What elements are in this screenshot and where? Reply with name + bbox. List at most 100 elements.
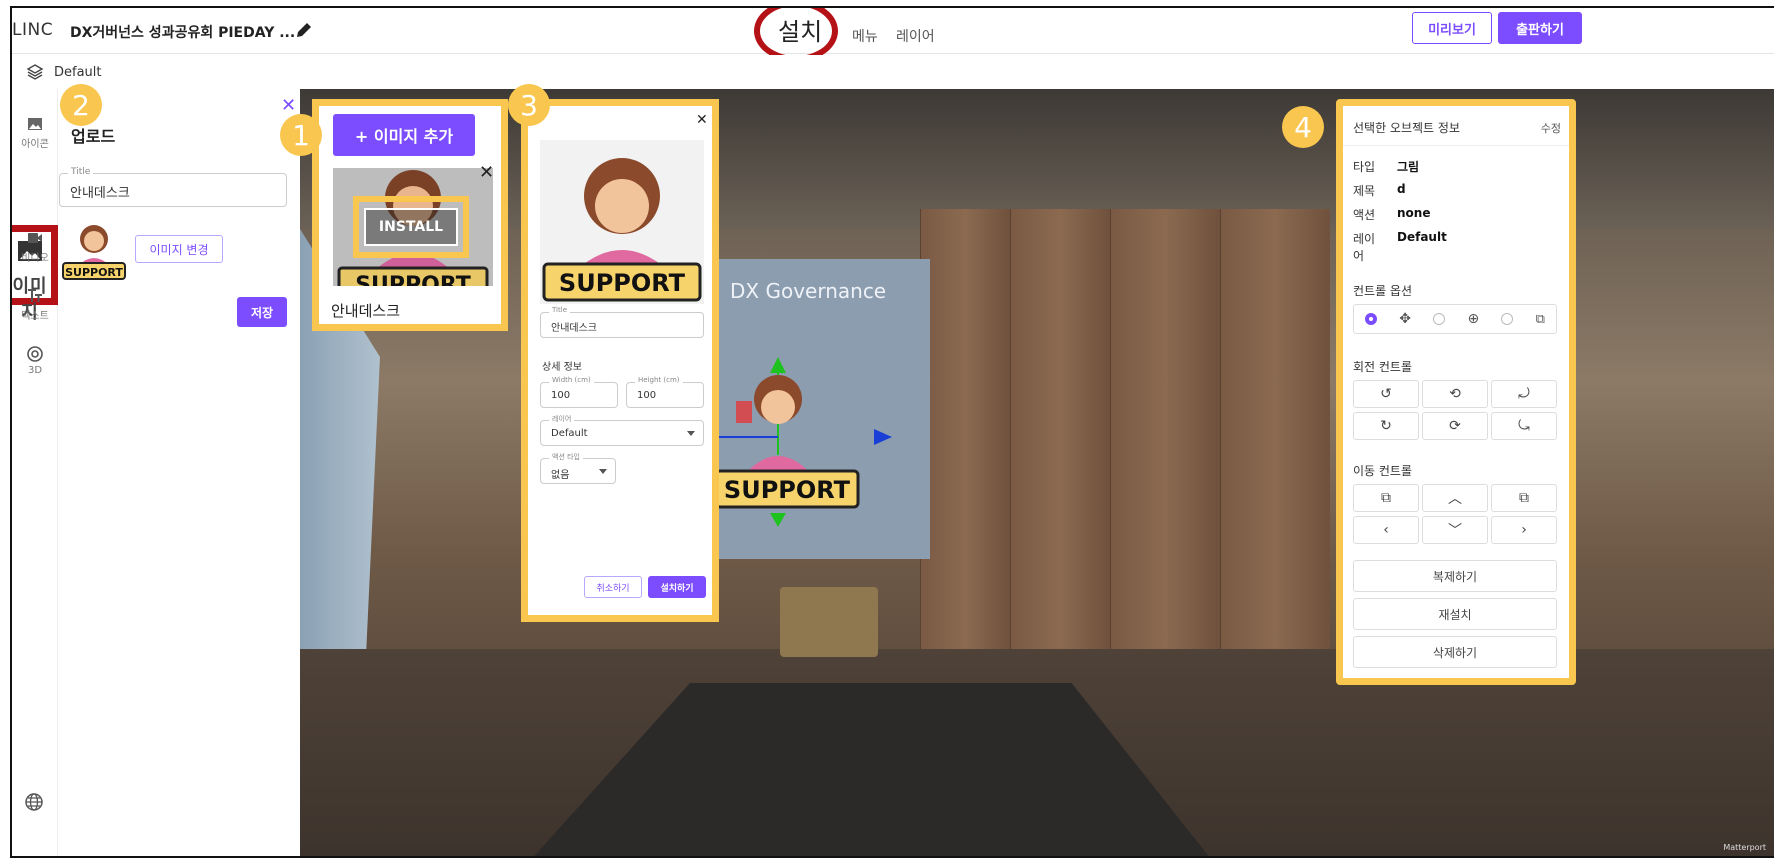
step-badge-1: 1: [280, 114, 322, 156]
title-field[interactable]: Title 안내데스크: [540, 306, 704, 338]
layer-select[interactable]: 레이어 Default: [540, 414, 704, 446]
layer-select-value: Default: [551, 428, 588, 439]
change-image-button[interactable]: 이미지 변경: [135, 235, 223, 263]
support-thumb-label: SUPPORT: [355, 273, 471, 286]
rotate-y-minus-button[interactable]: ⟳: [1422, 412, 1488, 440]
height-field-value: 100: [637, 390, 657, 401]
field-value: Default: [1397, 230, 1447, 244]
title-field-value: 안내데스크: [70, 186, 130, 201]
radio-scale[interactable]: [1501, 313, 1514, 325]
app-logo: LINC: [12, 20, 54, 40]
field-value: d: [1397, 182, 1406, 196]
rotate-x-plus-button[interactable]: ↺: [1353, 380, 1419, 408]
rotate-icon: ⊕: [1467, 311, 1480, 327]
publish-button[interactable]: 출판하기: [1498, 12, 1582, 44]
field-key: 타입: [1353, 160, 1376, 174]
rail-item-text[interactable]: 텍스트: [12, 287, 58, 322]
rail-item-video[interactable]: 비디오: [12, 229, 58, 264]
upload-panel: 업로드 ✕ Title 안내데스크 SUPPORT 이미지 변경 저장: [59, 89, 299, 856]
edit-pencil-icon[interactable]: [294, 20, 314, 40]
field-key: 제목: [1353, 184, 1376, 198]
cancel-button[interactable]: 취소하기: [584, 576, 642, 598]
chevron-down-icon: [687, 431, 695, 436]
object-info-header: 선택한 오브젝트 정보 수정: [1343, 106, 1569, 146]
height-field-label: Height (cm): [635, 376, 683, 384]
title-field[interactable]: Title 안내데스크: [59, 167, 287, 207]
tab-layer[interactable]: 레이어: [896, 26, 935, 46]
remove-image-icon[interactable]: ✕: [479, 162, 494, 183]
chevron-right-icon: ›: [1521, 522, 1527, 538]
action-type-select[interactable]: 액션 타입 없음: [540, 452, 616, 484]
scene-chair: [780, 587, 878, 657]
duplicate-button[interactable]: 복제하기: [1353, 560, 1557, 592]
step-badge-3: 3: [508, 84, 550, 126]
layer-bar: Default: [12, 55, 1774, 89]
install-button[interactable]: INSTALL: [364, 208, 458, 246]
details-heading: 상세 정보: [542, 362, 582, 373]
title-field-value: 안내데스크: [551, 323, 597, 334]
object-info-title: 선택한 오브젝트 정보: [1353, 121, 1460, 135]
height-field[interactable]: Height (cm) 100: [626, 376, 704, 408]
tab-menu[interactable]: 메뉴: [852, 26, 878, 46]
close-icon[interactable]: ✕: [696, 112, 708, 128]
image-detail-modal: ✕ SUPPORT Title 안내데스크 상세 정보 Width (cm) 1…: [521, 99, 719, 622]
chevron-down-icon: ﹀: [1448, 523, 1462, 539]
globe-icon[interactable]: [24, 792, 44, 812]
project-title: DX거버넌스 성과공유회 PIEDAY ...: [70, 25, 296, 41]
field-key: 레이어: [1353, 232, 1376, 263]
preview-button[interactable]: 미리보기: [1412, 12, 1492, 44]
text-icon: [28, 289, 42, 302]
move-right-button[interactable]: ›: [1491, 516, 1557, 544]
wall-panel: [920, 209, 1010, 669]
rail-item-label: 3D: [27, 365, 43, 376]
radio-rotate[interactable]: [1433, 313, 1446, 325]
title-field-label: Title: [549, 306, 571, 314]
close-icon[interactable]: ✕: [281, 95, 296, 116]
current-layer-name[interactable]: Default: [54, 65, 102, 80]
scale-icon: ⧉: [1535, 311, 1545, 327]
image-icon: [28, 118, 42, 130]
upload-panel-title: 업로드: [71, 127, 116, 146]
add-image-button[interactable]: + 이미지 추가: [333, 114, 475, 156]
rotate-icon: ↺: [1380, 386, 1392, 402]
action-type-value: 없음: [551, 470, 570, 481]
save-button[interactable]: 저장: [237, 297, 287, 327]
rail-item-3d[interactable]: 3D: [12, 345, 58, 376]
rail-item-icon[interactable]: 아이콘: [12, 115, 58, 150]
field-value: 그림: [1397, 160, 1420, 174]
step-badge-4: 4: [1282, 106, 1324, 148]
wall-panel: [1110, 209, 1220, 669]
cube-icon: [27, 346, 43, 362]
move-backward-button[interactable]: ⧉: [1353, 484, 1419, 512]
move-gizmo-x-axis[interactable]: [714, 427, 904, 447]
edit-button[interactable]: 수정: [1541, 120, 1561, 136]
rotate-x-minus-button[interactable]: ↻: [1353, 412, 1419, 440]
install-confirm-button[interactable]: 설치하기: [648, 576, 706, 598]
control-options-row: ✥ ⊕ ⧉: [1353, 304, 1557, 334]
rotate-icon: ⟳: [1449, 418, 1461, 434]
move-forward-button[interactable]: ⧉: [1491, 484, 1557, 512]
width-field[interactable]: Width (cm) 100: [540, 376, 618, 408]
field-value: none: [1397, 206, 1431, 220]
layer-back-icon: ⧉: [1381, 490, 1391, 506]
object-info-panel: 선택한 오브젝트 정보 수정 타입 그림 제목 d 액션 none 레이어 De…: [1336, 99, 1576, 685]
support-image-label: SUPPORT: [559, 269, 686, 297]
rail-item-label: 아이콘: [21, 139, 49, 150]
reinstall-button[interactable]: 재설치: [1353, 598, 1557, 630]
move-down-button[interactable]: ﹀: [1422, 516, 1488, 544]
rotate-z-plus-button[interactable]: ⤾: [1491, 380, 1557, 408]
delete-button[interactable]: 삭제하기: [1353, 636, 1557, 668]
layers-icon[interactable]: [26, 63, 44, 81]
move-left-button[interactable]: ‹: [1353, 516, 1419, 544]
tab-install[interactable]: 설치: [778, 12, 822, 47]
app-window: LINC DX거버넌스 성과공유회 PIEDAY ... 설치 메뉴 레이어 미…: [10, 6, 1774, 858]
chevron-up-icon: ︿: [1448, 491, 1462, 507]
move-control-title: 이동 컨트롤: [1353, 464, 1413, 478]
move-up-button[interactable]: ︿: [1422, 484, 1488, 512]
video-icon: [28, 233, 42, 243]
rotate-y-plus-button[interactable]: ⟲: [1422, 380, 1488, 408]
rotate-icon: ⤿: [1518, 418, 1530, 434]
rail-item-label: 텍스트: [21, 311, 49, 322]
rotate-z-minus-button[interactable]: ⤿: [1491, 412, 1557, 440]
radio-move[interactable]: [1365, 313, 1378, 325]
